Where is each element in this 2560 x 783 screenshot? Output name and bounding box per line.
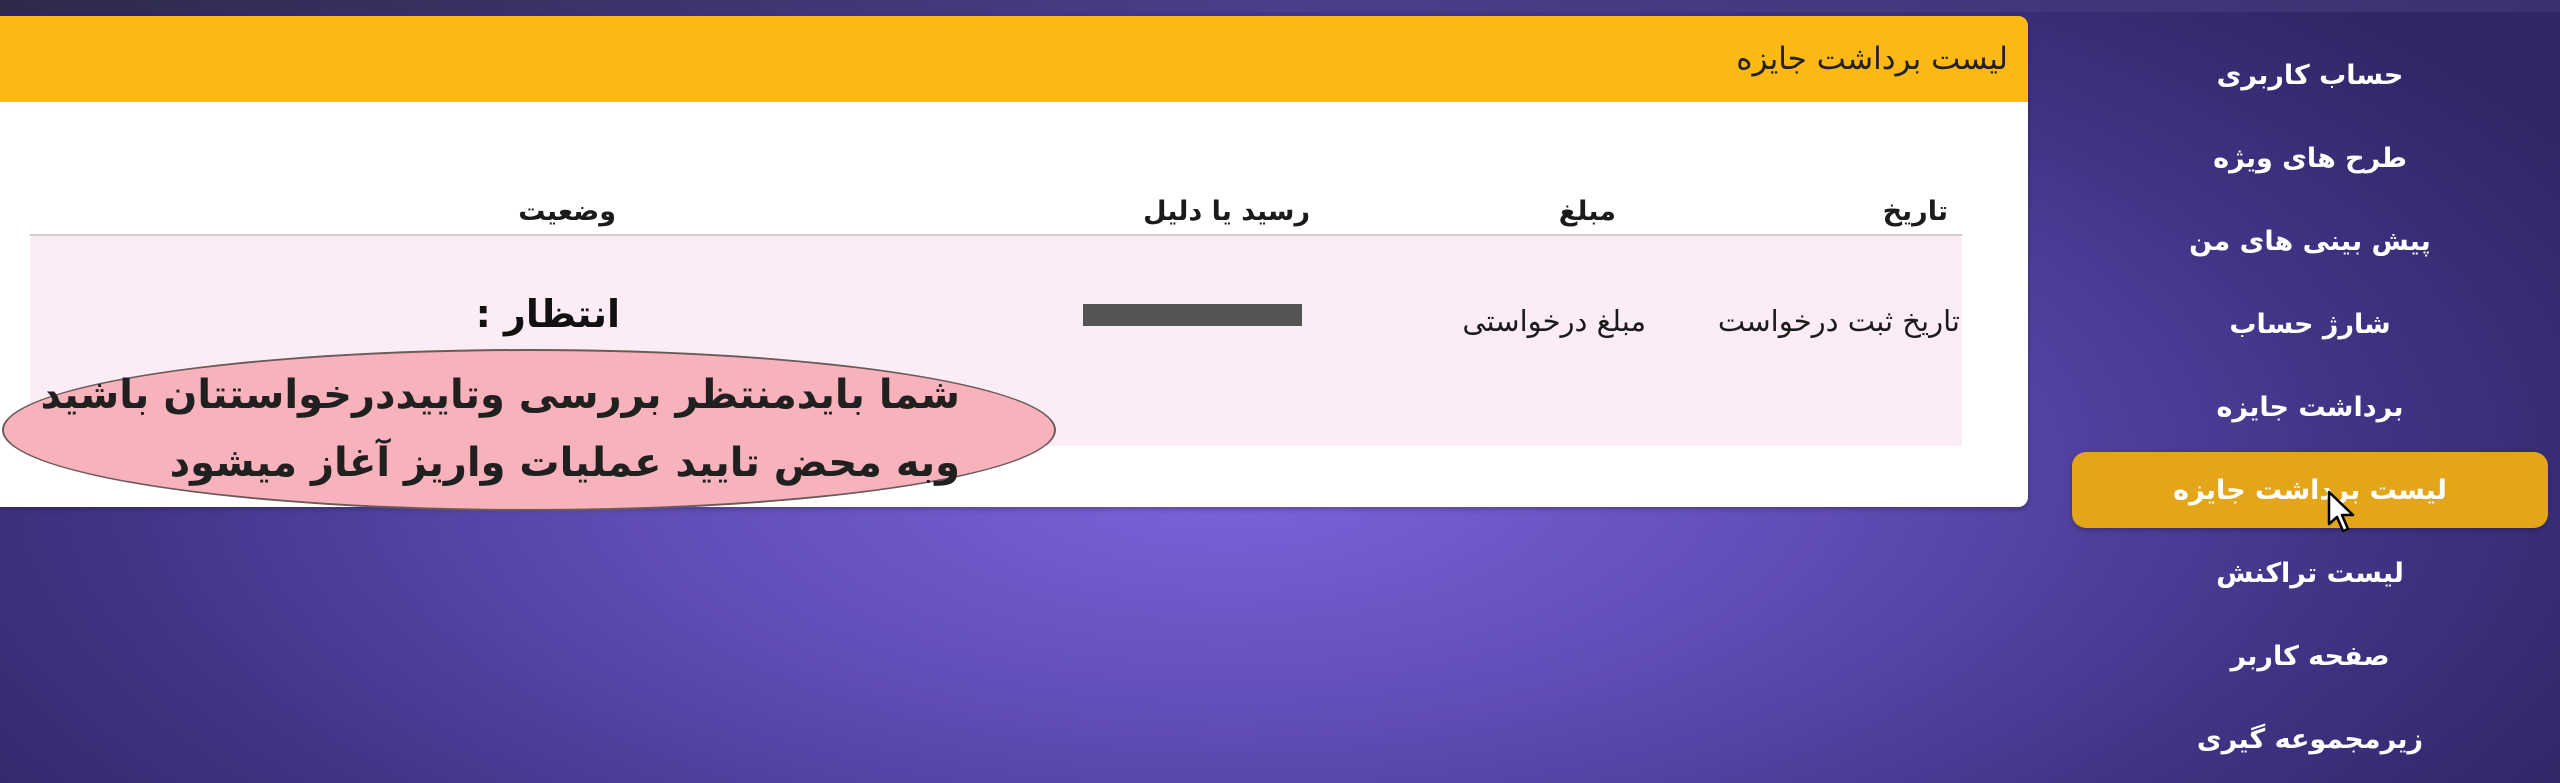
column-header-amount: مبلغ	[1558, 196, 1616, 227]
sidebar-item-label: لیست برداشت جایزه	[2173, 474, 2447, 506]
row-status-cell: انتظار :	[475, 292, 620, 336]
sidebar-item-transactions[interactable]: لیست تراکنش	[2072, 532, 2548, 615]
sidebar-item-label: زیرمجموعه گیری	[2196, 724, 2424, 755]
sidebar-item-charge-account[interactable]: شارژ حساب	[2072, 283, 2548, 366]
page-title: لیست برداشت جایزه	[1736, 41, 2008, 77]
card-header: لیست برداشت جایزه	[0, 16, 2028, 102]
sidebar-item-special-plans[interactable]: طرح های ویژه	[2072, 117, 2548, 200]
sidebar-item-label: شارژ حساب	[2229, 309, 2391, 340]
sidebar-item-referrals[interactable]: زیرمجموعه گیری	[2072, 698, 2548, 781]
sidebar-item-label: طرح های ویژه	[2213, 143, 2407, 174]
column-header-receipt: رسید یا دلیل	[1143, 196, 1310, 227]
sidebar-item-user-page[interactable]: صفحه کاربر	[2072, 615, 2548, 698]
sidebar-item-label: صفحه کاربر	[2230, 641, 2390, 672]
row-receipt-redacted-bar	[1083, 304, 1302, 326]
top-strip	[0, 0, 2560, 12]
sidebar-item-label: لیست تراکنش	[2216, 558, 2404, 589]
sidebar-item-account[interactable]: حساب کاربری	[2072, 34, 2548, 117]
row-date-cell: تاریخ ثبت درخواست	[1717, 304, 1960, 338]
mouse-pointer-icon	[2327, 490, 2355, 533]
column-header-status: وضعیت	[518, 196, 616, 227]
row-amount-cell: مبلغ درخواستی	[1462, 304, 1646, 338]
sidebar-item-withdraw-prize[interactable]: برداشت جایزه	[2072, 366, 2548, 449]
column-header-date: تاریخ	[1882, 196, 1948, 227]
sidebar-item-label: پیش بینی های من	[2189, 226, 2431, 257]
callout-line-2: وبه محض تایید عملیات واریز آغاز میشود	[169, 440, 960, 486]
callout-line-1: شما بایدمنتظر بررسی وتاییددرخواستتان باش…	[40, 372, 960, 418]
sidebar-item-label: حساب کاربری	[2216, 60, 2404, 91]
sidebar-nav: حساب کاربری طرح های ویژه پیش بینی های من…	[2072, 34, 2548, 781]
sidebar-item-withdraw-list[interactable]: لیست برداشت جایزه	[2072, 452, 2548, 533]
sidebar-item-label: برداشت جایزه	[2216, 392, 2404, 423]
sidebar-item-my-predictions[interactable]: پیش بینی های من	[2072, 200, 2548, 283]
